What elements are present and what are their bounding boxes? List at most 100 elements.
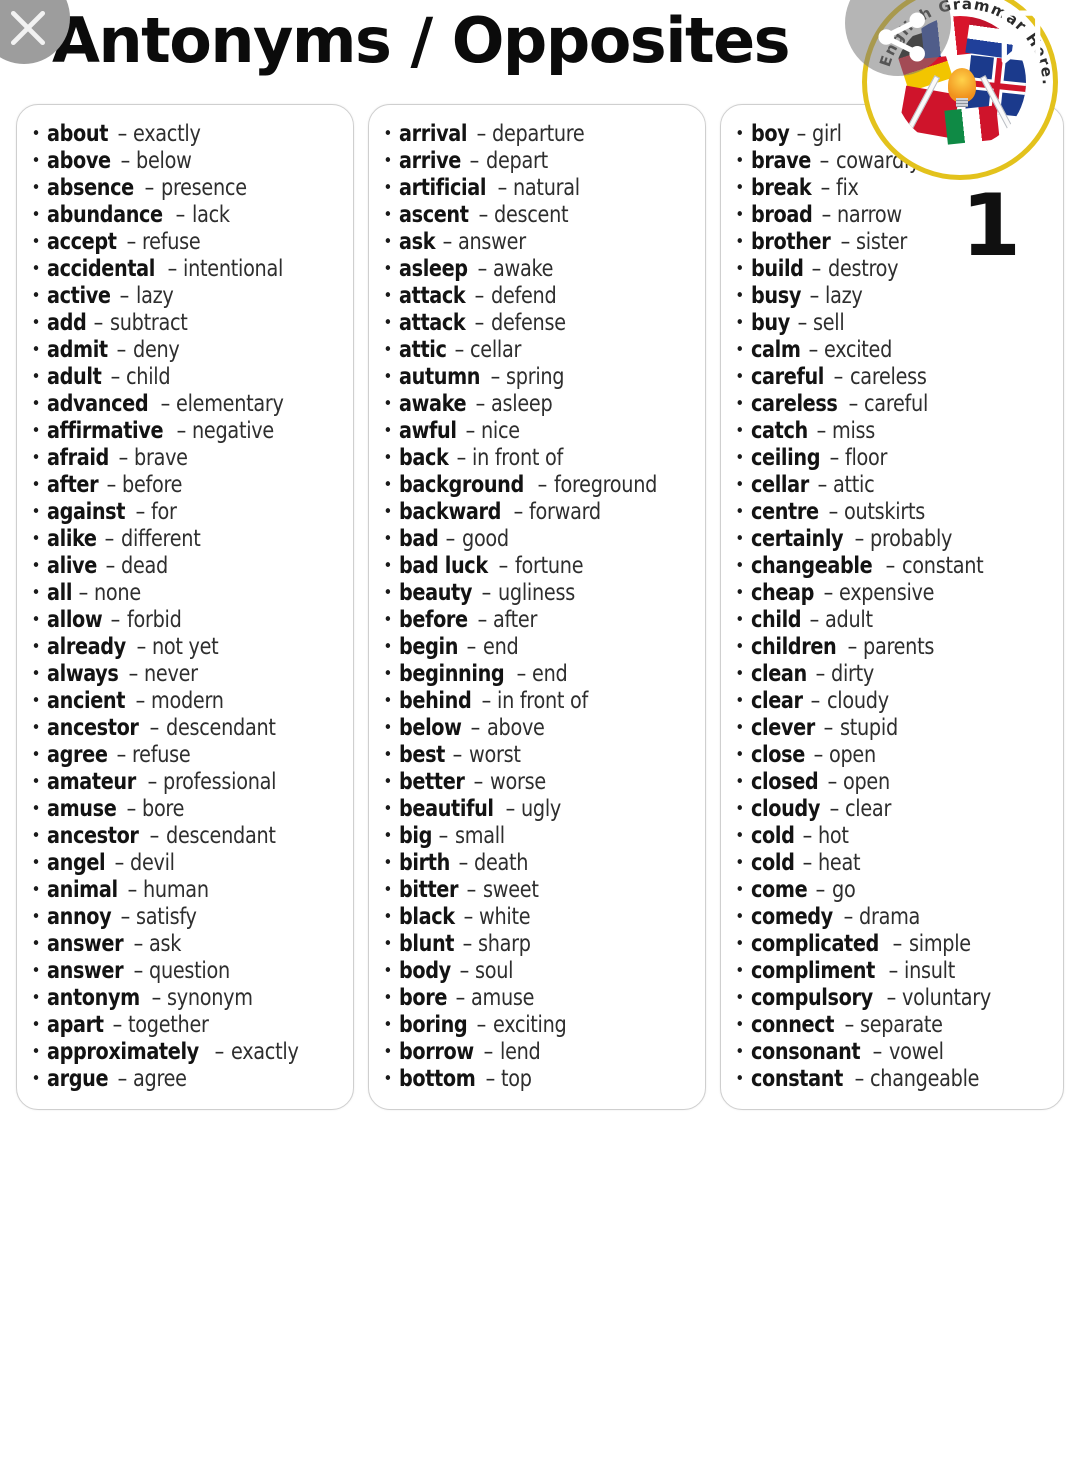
- bullet-icon: •: [735, 799, 745, 819]
- separator-dash: –: [176, 418, 187, 444]
- antonym-word: build: [750, 256, 804, 282]
- antonym-word: certainly: [750, 526, 844, 552]
- separator-dash: –: [214, 1039, 225, 1065]
- antonym-pair-item: • antonym – synonym: [25, 985, 343, 1012]
- antonym-pair-item: • active – lazy: [25, 283, 343, 310]
- separator-dash: –: [470, 715, 481, 741]
- antonym-opposite: fix: [835, 175, 859, 201]
- bullet-icon: •: [31, 1015, 41, 1035]
- antonym-word: awake: [398, 391, 467, 417]
- separator-dash: –: [120, 904, 131, 930]
- separator-dash: –: [478, 202, 488, 228]
- separator-dash: –: [848, 391, 859, 417]
- antonym-opposite: never: [144, 661, 198, 687]
- antonym-opposite: before: [122, 472, 183, 498]
- antonym-opposite: expensive: [838, 580, 935, 606]
- separator-dash: –: [482, 580, 492, 606]
- antonym-word: antonym: [47, 985, 140, 1011]
- antonym-word: alike: [47, 526, 97, 552]
- bullet-icon: •: [735, 637, 745, 657]
- separator-dash: –: [854, 526, 865, 552]
- antonym-opposite: amuse: [470, 985, 535, 1011]
- antonym-pair-item: • absence – presence: [25, 175, 343, 202]
- antonym-opposite: voluntary: [902, 985, 992, 1011]
- antonym-pair-item: • busy – lazy: [729, 283, 1053, 310]
- antonym-pair-item: • catch – miss: [729, 418, 1053, 445]
- bullet-icon: •: [31, 934, 41, 954]
- antonym-word: beautiful: [398, 796, 494, 822]
- antonym-word: artificial: [398, 175, 486, 201]
- separator-dash: –: [821, 202, 832, 228]
- antonym-opposite: not yet: [152, 634, 219, 660]
- antonym-pair-item: • asleep – awake: [377, 256, 695, 283]
- antonym-word: affirmative: [47, 418, 164, 444]
- separator-dash: –: [829, 445, 840, 471]
- separator-dash: –: [463, 904, 474, 930]
- bookmark-icon[interactable]: [992, 6, 1050, 68]
- bullet-icon: •: [31, 286, 41, 306]
- antonym-opposite: worst: [468, 742, 521, 768]
- separator-dash: –: [893, 931, 903, 957]
- antonym-opposite: go: [831, 877, 856, 903]
- antonym-word: admit: [47, 337, 108, 363]
- bullet-icon: •: [383, 664, 393, 684]
- antonym-pair-item: • blunt – sharp: [377, 931, 695, 958]
- separator-dash: –: [797, 310, 807, 336]
- antonym-pair-item: • amuse – bore: [25, 796, 343, 823]
- bullet-icon: •: [735, 853, 745, 873]
- separator-dash: –: [454, 337, 465, 363]
- antonym-opposite: clear: [845, 796, 892, 822]
- antonym-word: below: [398, 715, 462, 741]
- antonym-word: apart: [47, 1012, 104, 1038]
- antonym-word: broad: [750, 202, 813, 228]
- antonym-opposite: heat: [817, 850, 861, 876]
- separator-dash: –: [497, 175, 507, 201]
- bullet-icon: •: [31, 691, 41, 711]
- bullet-icon: •: [31, 205, 41, 225]
- bullet-icon: •: [31, 1069, 41, 1089]
- antonym-pair-item: • annoy – satisfy: [25, 904, 343, 931]
- separator-dash: –: [847, 634, 857, 660]
- separator-dash: –: [442, 229, 452, 255]
- antonym-opposite: small: [454, 823, 505, 849]
- antonym-opposite: exactly: [230, 1039, 299, 1065]
- antonym-word: asleep: [398, 256, 468, 282]
- bullet-icon: •: [31, 718, 41, 738]
- antonym-opposite: cellar: [470, 337, 522, 363]
- bullet-icon: •: [31, 745, 41, 765]
- separator-dash: –: [459, 958, 469, 984]
- antonym-opposite: end: [482, 634, 519, 660]
- antonym-pair-item: • attack – defense: [377, 310, 695, 337]
- bullet-icon: •: [383, 124, 393, 144]
- separator-dash: –: [811, 256, 822, 282]
- antonym-opposite: foreground: [553, 472, 657, 498]
- separator-dash: –: [110, 364, 120, 390]
- page-title: Antonyms / Opposites: [52, 4, 791, 77]
- bullet-icon: •: [383, 178, 393, 198]
- antonym-word: behind: [398, 688, 472, 714]
- share-icon[interactable]: [872, 6, 934, 68]
- antonym-opposite: lazy: [135, 283, 174, 309]
- antonym-word: before: [398, 607, 468, 633]
- antonym-opposite: natural: [512, 175, 580, 201]
- separator-dash: –: [483, 1039, 494, 1065]
- separator-dash: –: [135, 499, 146, 525]
- separator-dash: –: [872, 1039, 883, 1065]
- antonym-word: animal: [47, 877, 118, 903]
- antonym-pair-item: • accept – refuse: [25, 229, 343, 256]
- antonym-pair-item: • about – exactly: [25, 121, 343, 148]
- separator-dash: –: [135, 688, 146, 714]
- antonym-opposite: subtract: [109, 310, 188, 336]
- antonym-opposite: miss: [832, 418, 876, 444]
- antonym-pair-item: • advanced – elementary: [25, 391, 343, 418]
- bullet-icon: •: [31, 988, 41, 1008]
- antonym-word: better: [398, 769, 465, 795]
- antonym-word: about: [47, 121, 109, 147]
- antonym-word: beauty: [398, 580, 472, 606]
- antonym-pair-item: • alike – different: [25, 526, 343, 553]
- separator-dash: –: [813, 742, 823, 768]
- antonym-pair-item: • add – subtract: [25, 310, 343, 337]
- bullet-icon: •: [31, 313, 41, 333]
- separator-dash: –: [133, 931, 144, 957]
- separator-dash: –: [150, 823, 160, 849]
